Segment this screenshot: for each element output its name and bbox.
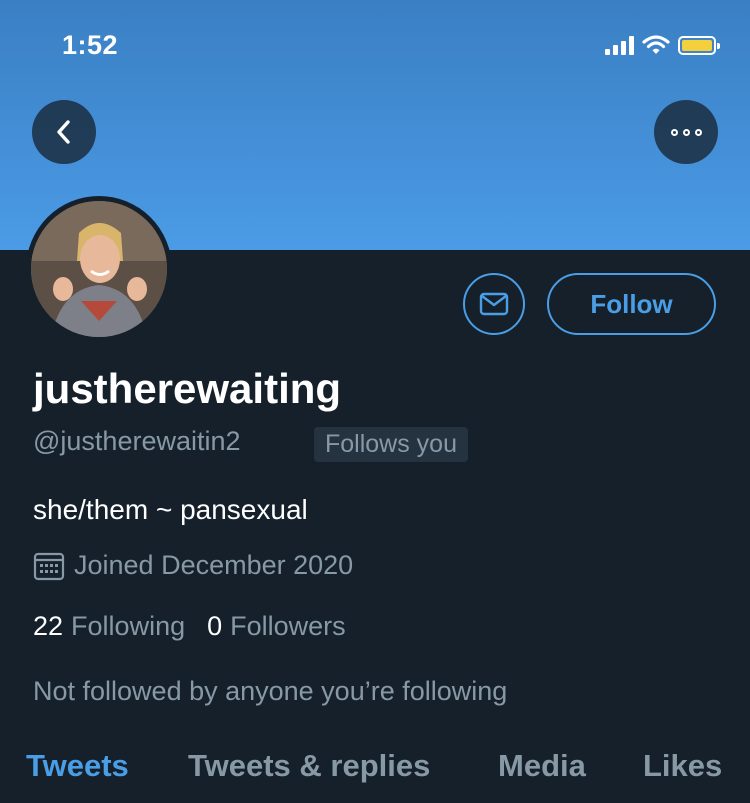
follow-counts: 22 Following 0 Followers — [33, 611, 346, 642]
display-name: justherewaiting — [33, 365, 342, 412]
mail-icon — [479, 292, 509, 316]
follows-you-badge: Follows you — [314, 427, 468, 462]
more-options-icon — [670, 128, 702, 136]
following-count[interactable]: 22 — [33, 611, 63, 642]
followers-label[interactable]: Followers — [230, 611, 346, 642]
battery-icon — [678, 35, 720, 55]
avatar-photo — [31, 201, 167, 337]
tab-tweets-replies[interactable]: Tweets & replies — [188, 748, 430, 784]
follow-button[interactable]: Follow — [547, 273, 716, 335]
mutual-followers-note: Not followed by anyone you’re following — [33, 676, 508, 706]
followers-count[interactable]: 0 — [207, 611, 222, 642]
tab-likes[interactable]: Likes — [643, 748, 722, 784]
tab-media[interactable]: Media — [498, 748, 586, 784]
chevron-left-icon — [57, 120, 70, 144]
user-handle: @justherewaitin2 — [33, 426, 241, 456]
profile-tabs: Tweets Tweets & replies Media Likes — [0, 748, 750, 803]
back-button[interactable] — [32, 100, 96, 164]
status-icons — [605, 32, 720, 58]
calendar-icon — [33, 552, 65, 580]
profile-bio: she/them ~ pansexual — [33, 494, 308, 525]
joined-date: Joined December 2020 — [33, 550, 353, 581]
wifi-icon — [642, 35, 670, 54]
tab-tweets[interactable]: Tweets — [26, 748, 129, 784]
message-button[interactable] — [463, 273, 525, 335]
cellular-signal-icon — [605, 35, 634, 55]
avatar[interactable] — [26, 196, 172, 342]
following-label[interactable]: Following — [71, 611, 185, 642]
more-options-button[interactable] — [654, 100, 718, 164]
joined-text: Joined December 2020 — [74, 550, 354, 580]
status-time: 1:52 — [62, 30, 119, 60]
